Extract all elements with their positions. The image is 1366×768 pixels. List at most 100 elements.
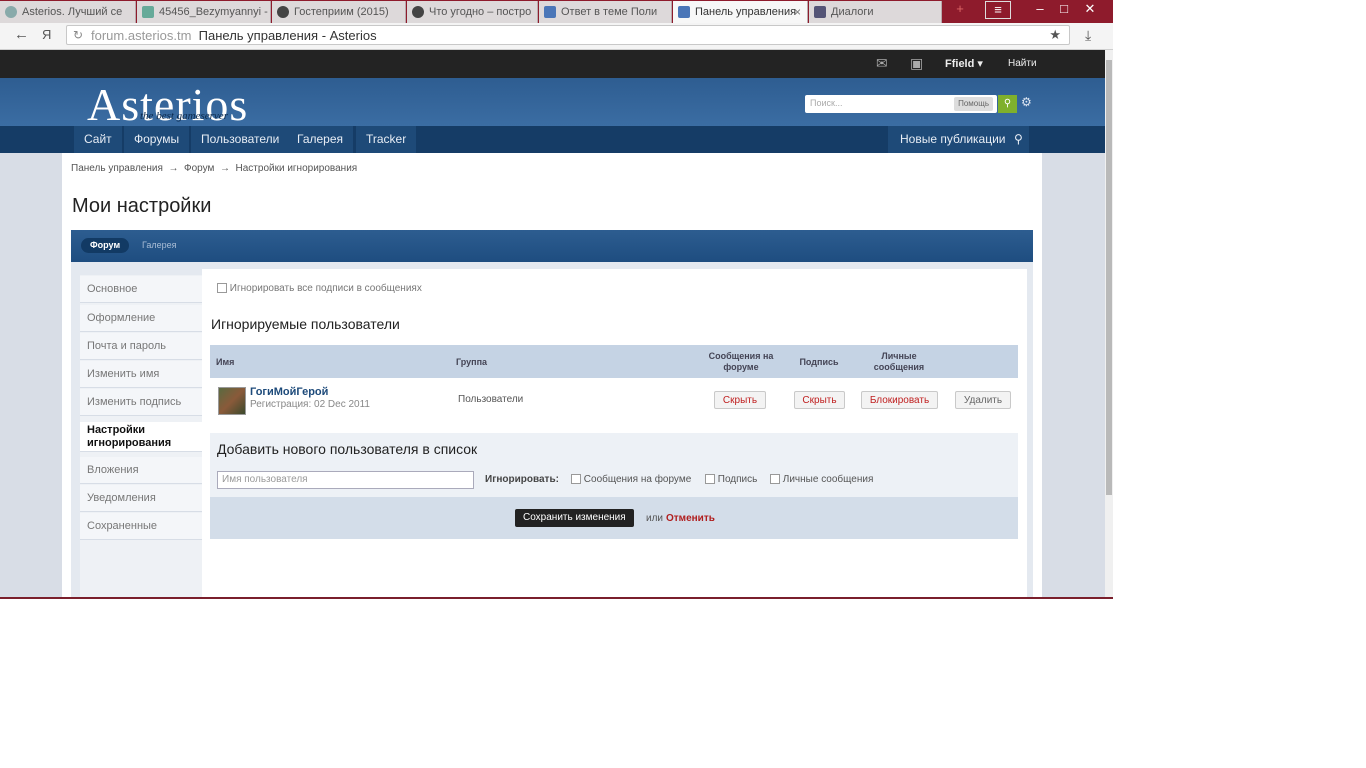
ignored-users-title: Игнорируемые пользователи <box>211 316 400 332</box>
breadcrumb-item[interactable]: Панель управления <box>71 163 163 174</box>
reload-icon[interactable]: ↻ <box>73 28 83 42</box>
back-icon[interactable]: ← <box>14 26 29 43</box>
search-icon[interactable]: ⚲ <box>998 95 1017 113</box>
browser-tab-2[interactable]: 45456_Bezymyannyi - <box>137 1 271 23</box>
logo-tagline: the best gameserver <box>140 110 228 122</box>
or-text: или <box>646 513 664 524</box>
browser-tab-1[interactable]: Asterios. Лучший се <box>0 1 136 23</box>
save-button[interactable]: Сохранить изменения <box>515 509 634 527</box>
tab-strip: Asterios. Лучший се 45456_Bezymyannyi - … <box>0 0 1113 23</box>
add-user-title: Добавить нового пользователя в список <box>217 441 478 457</box>
browser-tab-4[interactable]: Что угодно – постро <box>407 1 538 23</box>
opt-forum-checkbox[interactable] <box>571 474 581 485</box>
url-text: forum.asterios.tm Панель управления - As… <box>91 28 377 43</box>
browser-tab-label: Гостеприим (2015) <box>294 6 389 18</box>
url-domain: forum.asterios.tm <box>91 28 192 43</box>
breadcrumb-separator: → <box>219 163 230 174</box>
ignore-all-signatures[interactable]: Игнорировать все подписи в сообщениях <box>217 283 422 294</box>
avatar[interactable] <box>218 387 246 415</box>
favicon-icon <box>142 6 154 18</box>
nav-site[interactable]: Сайт <box>74 126 122 153</box>
tab-gallery[interactable]: Галерея <box>142 240 177 250</box>
col-signature: Подпись <box>799 357 839 367</box>
hide-forum-button[interactable]: Скрыть <box>714 391 766 409</box>
col-private-messages: Личные сообщения <box>873 351 925 372</box>
search-input[interactable]: Поиск... Помощь <box>805 95 997 113</box>
sidebar-item-attachments[interactable]: Вложения <box>80 457 202 484</box>
col-group: Группа <box>456 357 488 367</box>
site-header: Asterios the best gameserver Поиск... По… <box>0 78 1105 130</box>
opt-private-messages[interactable]: Личные сообщения <box>770 474 873 485</box>
browser-tab-6[interactable]: Панель управления × <box>673 1 808 23</box>
search-placeholder: Поиск... <box>810 98 843 108</box>
yandex-icon[interactable]: Я <box>42 27 51 42</box>
breadcrumb-item[interactable]: Настройки игнорирования <box>236 163 358 174</box>
user-group: Пользователи <box>458 394 524 405</box>
opt-private-checkbox[interactable] <box>770 474 780 485</box>
browser-tab-3[interactable]: Гостеприим (2015) <box>272 1 406 23</box>
nav-forums[interactable]: Форумы <box>124 126 190 153</box>
sidebar-item-change-name[interactable]: Изменить имя <box>80 361 202 388</box>
url-field[interactable]: ↻ forum.asterios.tm Панель управления - … <box>66 25 1070 45</box>
user-name: Ffield <box>945 58 975 70</box>
address-bar: ← Я ↻ forum.asterios.tm Панель управлени… <box>0 23 1113 50</box>
close-window-icon[interactable]: ✕ <box>1076 0 1104 20</box>
scrollbar-thumb[interactable] <box>1106 60 1112 495</box>
maximize-icon[interactable]: □ <box>1050 0 1078 20</box>
download-icon[interactable]: ⤓ <box>1085 27 1091 44</box>
ignore-all-label: Игнорировать все подписи в сообщениях <box>229 283 422 294</box>
gear-icon[interactable]: ⚙ <box>1021 95 1032 109</box>
browser-tab-label: Диалоги <box>831 6 874 18</box>
cancel-link[interactable]: Отменить <box>666 513 715 524</box>
new-tab-icon[interactable]: + <box>946 0 974 20</box>
block-private-button[interactable]: Блокировать <box>861 391 938 409</box>
menu-icon[interactable]: ≡ <box>985 1 1011 19</box>
tab-forum[interactable]: Форум <box>81 238 130 253</box>
sidebar-item-signature[interactable]: Изменить подпись <box>80 389 202 416</box>
col-name: Имя <box>216 357 235 367</box>
sidebar-item-notifications[interactable]: Уведомления <box>80 485 202 512</box>
inbox-icon[interactable]: ✉ <box>876 55 888 72</box>
browser-tab-label: Asterios. Лучший се <box>22 6 123 18</box>
opt-signature-checkbox[interactable] <box>705 474 715 485</box>
breadcrumb-separator: → <box>168 163 179 174</box>
sidebar-item-appearance[interactable]: Оформление <box>80 305 202 332</box>
browser-tab-label: Что угодно – постро <box>429 6 532 18</box>
opt-private-label: Личные сообщения <box>782 474 874 485</box>
nav-users[interactable]: Пользователи <box>191 126 290 153</box>
browser-window: Asterios. Лучший се 45456_Bezymyannyi - … <box>0 0 1113 598</box>
favicon-icon <box>544 6 556 18</box>
notifications-icon[interactable]: ▣ <box>910 55 923 72</box>
browser-tab-7[interactable]: Диалоги <box>809 1 942 23</box>
browser-tab-label: Панель управления <box>695 6 797 18</box>
site-logo[interactable]: Asterios <box>87 78 248 131</box>
opt-forum-messages[interactable]: Сообщения на форуме <box>571 474 691 485</box>
map-pin-icon[interactable]: ⚲ <box>1008 126 1029 153</box>
nav-new-posts[interactable]: Новые публикации <box>888 126 1018 153</box>
sidebar-item-saved[interactable]: Сохраненные <box>80 513 202 540</box>
favicon-icon <box>5 6 17 18</box>
nav-tracker[interactable]: Tracker <box>356 126 417 153</box>
close-tab-icon[interactable]: × <box>794 1 801 23</box>
user-menu[interactable]: Ffield ▾ <box>945 57 983 70</box>
find-link[interactable]: Найти <box>1008 58 1037 69</box>
nav-gallery[interactable]: Галерея <box>287 126 354 153</box>
username-input[interactable]: Имя пользователя <box>217 471 474 489</box>
breadcrumb-item[interactable]: Форум <box>184 163 214 174</box>
breadcrumb: Панель управления → Форум → Настройки иг… <box>71 163 357 174</box>
sidebar-item-ignore[interactable]: Настройки игнорирования <box>80 422 202 452</box>
ignored-user-name[interactable]: ГогиМойГерой <box>250 386 328 398</box>
search-help-button[interactable]: Помощь <box>954 97 993 111</box>
hide-signature-button[interactable]: Скрыть <box>794 391 845 409</box>
favicon-icon <box>412 6 424 18</box>
opt-signature-label: Подпись <box>717 474 758 485</box>
bookmark-star-icon[interactable]: ★ <box>1049 27 1061 43</box>
url-title: Панель управления - Asterios <box>198 28 377 43</box>
col-forum-messages: Сообщения на форуме <box>708 351 774 372</box>
ignore-all-checkbox[interactable] <box>217 283 227 294</box>
browser-tab-5[interactable]: Ответ в теме Поли <box>539 1 672 23</box>
delete-button[interactable]: Удалить <box>955 391 1011 409</box>
opt-signature[interactable]: Подпись <box>705 474 757 485</box>
sidebar-item-password[interactable]: Почта и пароль <box>80 333 202 360</box>
sidebar-item-basic[interactable]: Основное <box>80 276 202 303</box>
